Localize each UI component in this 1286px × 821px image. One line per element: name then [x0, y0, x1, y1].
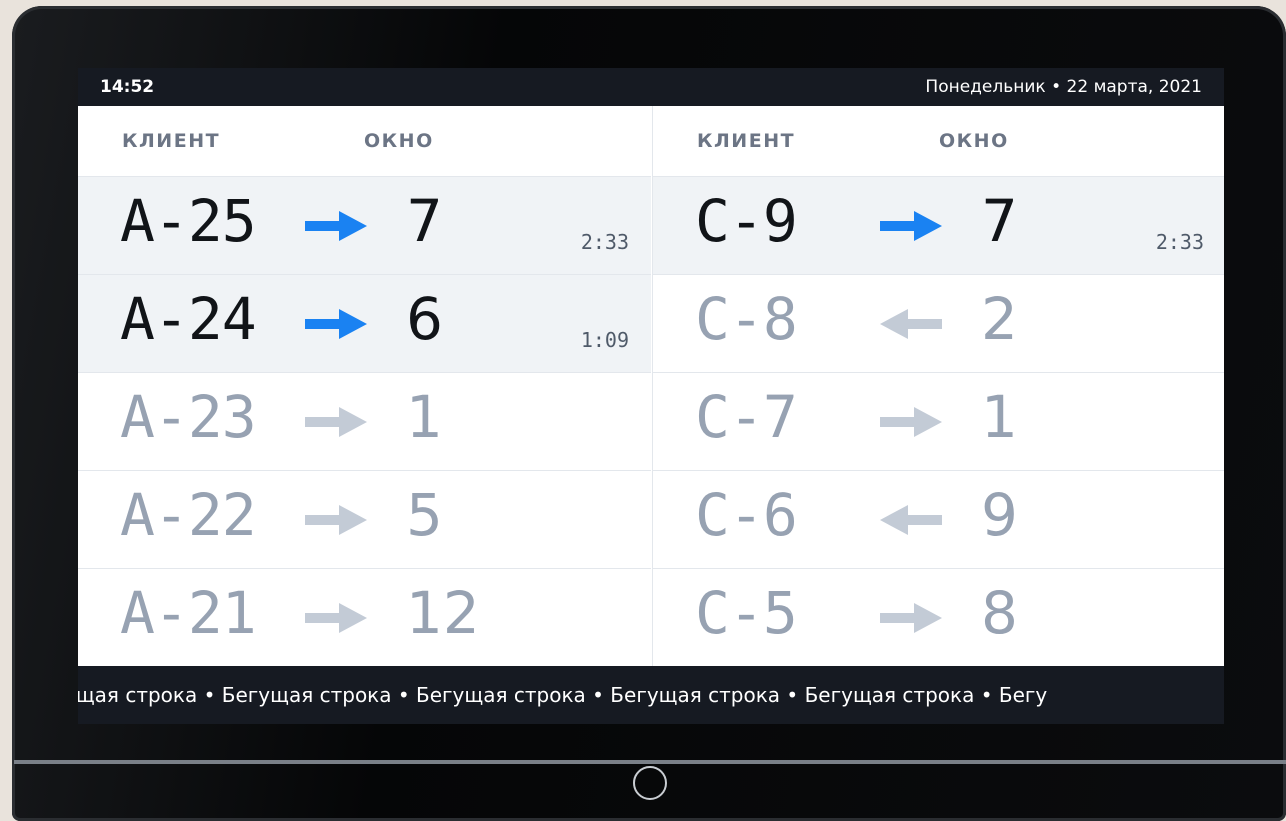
- client-column-header: КЛИЕНТ: [122, 130, 221, 152]
- ticket-number: C-8: [695, 285, 798, 353]
- queue-list-right: C-9 7 2:33 C-8 2 C-7 1 C-6 9 C-5 8: [653, 176, 1224, 666]
- queue-row: C-9 7 2:33: [653, 176, 1224, 274]
- wait-timer: 2:33: [580, 230, 629, 254]
- queue-row: C-6 9: [653, 470, 1224, 568]
- arrow-left-icon: [880, 505, 942, 535]
- ticket-number: A-22: [120, 481, 257, 549]
- arrow-right-icon: [305, 505, 367, 535]
- column-headers: КЛИЕНТ ОКНО: [653, 106, 1224, 176]
- window-number: 9: [981, 481, 1018, 549]
- status-bar: 14:52 Понедельник • 22 марта, 2021: [78, 68, 1224, 106]
- queue-row: A-25 7 2:33: [78, 176, 651, 274]
- window-number: 12: [406, 579, 480, 647]
- window-number: 1: [981, 383, 1018, 451]
- arrow-right-icon: [880, 603, 942, 633]
- home-button[interactable]: [633, 766, 667, 800]
- wait-timer: 1:09: [580, 328, 629, 352]
- queue-row: A-23 1: [78, 372, 651, 470]
- bezel-divider: [14, 760, 1286, 764]
- window-number: 7: [981, 187, 1018, 255]
- queue-panels: КЛИЕНТ ОКНО A-25 7 2:33 A-24 6 1:09 A-23 1 A-22 5…: [78, 106, 1224, 666]
- arrow-right-icon: [305, 407, 367, 437]
- ticket-number: C-7: [695, 383, 798, 451]
- arrow-right-icon: [880, 407, 942, 437]
- queue-row: C-8 2: [653, 274, 1224, 372]
- arrow-right-icon: [880, 211, 942, 241]
- window-number: 1: [406, 383, 443, 451]
- queue-panel-left: КЛИЕНТ ОКНО A-25 7 2:33 A-24 6 1:09 A-23 1 A-22 5…: [78, 106, 651, 666]
- ticket-number: A-24: [120, 285, 257, 353]
- window-number: 7: [406, 187, 443, 255]
- client-column-header: КЛИЕНТ: [697, 130, 796, 152]
- arrow-right-icon: [305, 603, 367, 633]
- ticket-number: C-6: [695, 481, 798, 549]
- clock: 14:52: [100, 77, 155, 97]
- queue-list-left: A-25 7 2:33 A-24 6 1:09 A-23 1 A-22 5 A-21 12: [78, 176, 651, 666]
- ticker-text: ущая строка • Бегущая строка • Бегущая с…: [78, 683, 1048, 707]
- queue-screen: 14:52 Понедельник • 22 марта, 2021 КЛИЕН…: [78, 68, 1224, 724]
- arrow-left-icon: [880, 309, 942, 339]
- ticket-number: A-21: [120, 579, 257, 647]
- news-ticker: ущая строка • Бегущая строка • Бегущая с…: [78, 666, 1224, 724]
- window-number: 2: [981, 285, 1018, 353]
- wait-timer: 2:33: [1155, 230, 1204, 254]
- ticket-number: C-5: [695, 579, 798, 647]
- queue-row: A-21 12: [78, 568, 651, 666]
- queue-row: A-24 6 1:09: [78, 274, 651, 372]
- window-column-header: ОКНО: [939, 130, 1009, 152]
- queue-row: A-22 5: [78, 470, 651, 568]
- window-number: 5: [406, 481, 443, 549]
- queue-panel-right: КЛИЕНТ ОКНО C-9 7 2:33 C-8 2 C-7 1 C-6 9 C-5 8: [652, 106, 1224, 666]
- arrow-right-icon: [305, 211, 367, 241]
- arrow-right-icon: [305, 309, 367, 339]
- ticket-number: A-25: [120, 187, 257, 255]
- queue-row: C-5 8: [653, 568, 1224, 666]
- queue-row: C-7 1: [653, 372, 1224, 470]
- window-column-header: ОКНО: [364, 130, 434, 152]
- column-headers: КЛИЕНТ ОКНО: [78, 106, 651, 176]
- window-number: 8: [981, 579, 1018, 647]
- ticket-number: A-23: [120, 383, 257, 451]
- ticket-number: C-9: [695, 187, 798, 255]
- window-number: 6: [406, 285, 443, 353]
- date-display: Понедельник • 22 марта, 2021: [925, 77, 1202, 97]
